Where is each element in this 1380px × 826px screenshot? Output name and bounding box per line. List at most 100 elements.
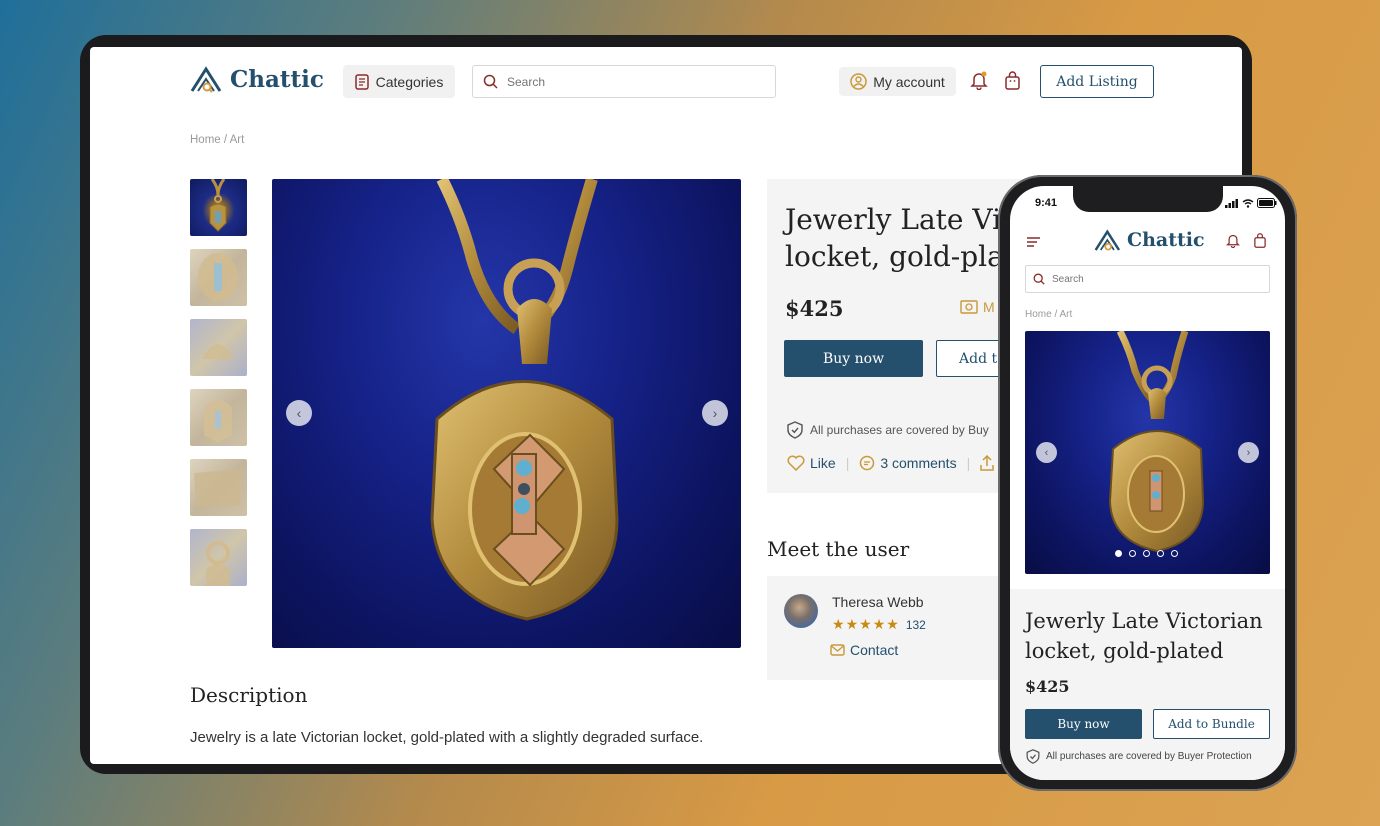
description-text: Jewelry is a late Victorian locket, gold…: [190, 729, 704, 746]
locket-thumbnail-image: [209, 179, 227, 232]
prev-image-button[interactable]: ‹: [286, 400, 312, 426]
search-bar[interactable]: [472, 65, 776, 98]
mobile-prev-image-button[interactable]: ‹: [1036, 442, 1057, 463]
chevron-left-icon: ‹: [296, 405, 302, 421]
comments-label: 3 comments: [880, 455, 957, 471]
make-offer-link[interactable]: M: [960, 299, 995, 315]
make-offer-label: M: [983, 299, 995, 315]
like-button[interactable]: Like: [787, 455, 836, 471]
thumbnail-2[interactable]: [190, 249, 247, 306]
comments-button[interactable]: 3 comments: [859, 455, 957, 471]
brand-name: Chattic: [1127, 229, 1205, 251]
carousel-dot[interactable]: [1115, 550, 1122, 557]
star-icon: ★: [832, 616, 845, 632]
mobile-product-image[interactable]: ‹ ›: [1025, 331, 1270, 574]
shield-icon: [1026, 749, 1040, 764]
mobile-next-image-button[interactable]: ›: [1238, 442, 1259, 463]
carousel-dot[interactable]: [1143, 550, 1150, 557]
logo-mark-icon: [190, 66, 222, 93]
divider: |: [966, 455, 971, 471]
thumbnail-6[interactable]: [190, 529, 247, 586]
shield-icon: [787, 421, 803, 439]
description-heading: Description: [190, 683, 308, 707]
heart-icon: [787, 455, 805, 471]
mobile-screen: 9:41 Chattic Search Home / Art ‹ › Jewer…: [1010, 186, 1285, 780]
wifi-icon: [1242, 198, 1254, 208]
comment-icon: [860, 455, 875, 471]
search-input[interactable]: [507, 74, 747, 89]
mobile-device-frame: 9:41 Chattic Search Home / Art ‹ › Jewer…: [998, 175, 1297, 791]
mobile-search-bar[interactable]: [1025, 265, 1270, 293]
money-icon: [960, 300, 978, 314]
seller-name[interactable]: Theresa Webb: [832, 594, 924, 610]
contact-button[interactable]: Contact: [830, 642, 898, 658]
account-icon: [850, 73, 867, 90]
bag-icon[interactable]: [1253, 233, 1267, 248]
product-price: $425: [785, 296, 844, 321]
mobile-search-input[interactable]: [1052, 273, 1252, 285]
brand-logo[interactable]: Chattic: [190, 65, 324, 93]
buyer-protection-note: All purchases are covered by Buy: [787, 421, 989, 439]
star-icon: ★: [859, 616, 872, 632]
bag-icon[interactable]: [1004, 71, 1021, 90]
locket-front-image: [204, 400, 232, 443]
search-icon: [1033, 273, 1045, 285]
thumbnail-5[interactable]: [190, 459, 247, 516]
signal-icon: [1225, 198, 1238, 208]
mobile-product-price: $425: [1025, 677, 1070, 696]
star-icon: ★: [872, 616, 886, 632]
thumbnail-1[interactable]: [190, 179, 247, 236]
mobile-product-title: Jewerly Late Victorian locket, gold-plat…: [1025, 609, 1263, 663]
categories-label: Categories: [375, 73, 444, 90]
my-account-label: My account: [873, 73, 945, 90]
locket-photo: [430, 179, 619, 621]
phone-notch: [1073, 186, 1223, 212]
add-listing-button[interactable]: Add Listing: [1040, 65, 1154, 98]
battery-icon: [1257, 198, 1277, 208]
mail-icon: [830, 644, 845, 656]
menu-icon[interactable]: [1027, 237, 1040, 247]
mobile-brand-logo[interactable]: Chattic: [1094, 228, 1205, 252]
categories-button[interactable]: Categories: [343, 65, 455, 98]
next-image-button[interactable]: ›: [702, 400, 728, 426]
thumbnail-4[interactable]: [190, 389, 247, 446]
buyer-protection-text: All purchases are covered by Buy: [810, 423, 989, 437]
mobile-buy-now-button[interactable]: Buy now: [1025, 709, 1142, 739]
bell-icon[interactable]: [1226, 233, 1240, 248]
main-product-image[interactable]: ‹ ›: [272, 179, 741, 648]
avatar[interactable]: [784, 594, 818, 628]
mobile-buyer-protection-text: All purchases are covered by Buyer Prote…: [1046, 751, 1252, 762]
mobile-add-to-bundle-button[interactable]: Add to Bundle: [1153, 709, 1270, 739]
thumbnail-strip: [190, 179, 247, 586]
bell-icon[interactable]: [970, 71, 988, 90]
my-account-button[interactable]: My account: [839, 67, 956, 96]
seller-rating: ★ ★ ★ ★ ★ 132: [832, 616, 926, 633]
buy-now-button[interactable]: Buy now: [784, 340, 923, 377]
status-time: 9:41: [1035, 197, 1058, 209]
chevron-left-icon: ‹: [1044, 446, 1049, 459]
like-label: Like: [810, 455, 836, 471]
thumbnail-3[interactable]: [190, 319, 247, 376]
mobile-buyer-protection-note: All purchases are covered by Buyer Prote…: [1026, 749, 1252, 764]
top-nav: Chattic Categories Search My account Add…: [90, 47, 1242, 117]
rating-count[interactable]: 132: [906, 618, 926, 632]
star-icon: ★: [886, 616, 899, 632]
contact-label: Contact: [850, 642, 899, 658]
meet-user-heading: Meet the user: [767, 537, 910, 561]
carousel-dot[interactable]: [1171, 550, 1178, 557]
locket-side-image: [194, 469, 242, 507]
mobile-breadcrumb[interactable]: Home / Art: [1025, 309, 1072, 320]
search-icon: [483, 74, 498, 89]
chevron-right-icon: ›: [712, 405, 718, 421]
logo-mark-icon: [1094, 229, 1121, 251]
locket-photo: [1108, 331, 1205, 553]
carousel-dot[interactable]: [1129, 550, 1136, 557]
locket-back-image: [202, 344, 234, 359]
carousel-dot[interactable]: [1157, 550, 1164, 557]
mobile-product-info: Jewerly Late Victorian locket, gold-plat…: [1010, 589, 1285, 780]
share-icon[interactable]: [980, 455, 994, 471]
breadcrumb[interactable]: Home / Art: [190, 134, 244, 146]
chevron-right-icon: ›: [1246, 446, 1251, 459]
locket-detail-image: [198, 253, 238, 301]
locket-chain-image: [206, 541, 230, 586]
